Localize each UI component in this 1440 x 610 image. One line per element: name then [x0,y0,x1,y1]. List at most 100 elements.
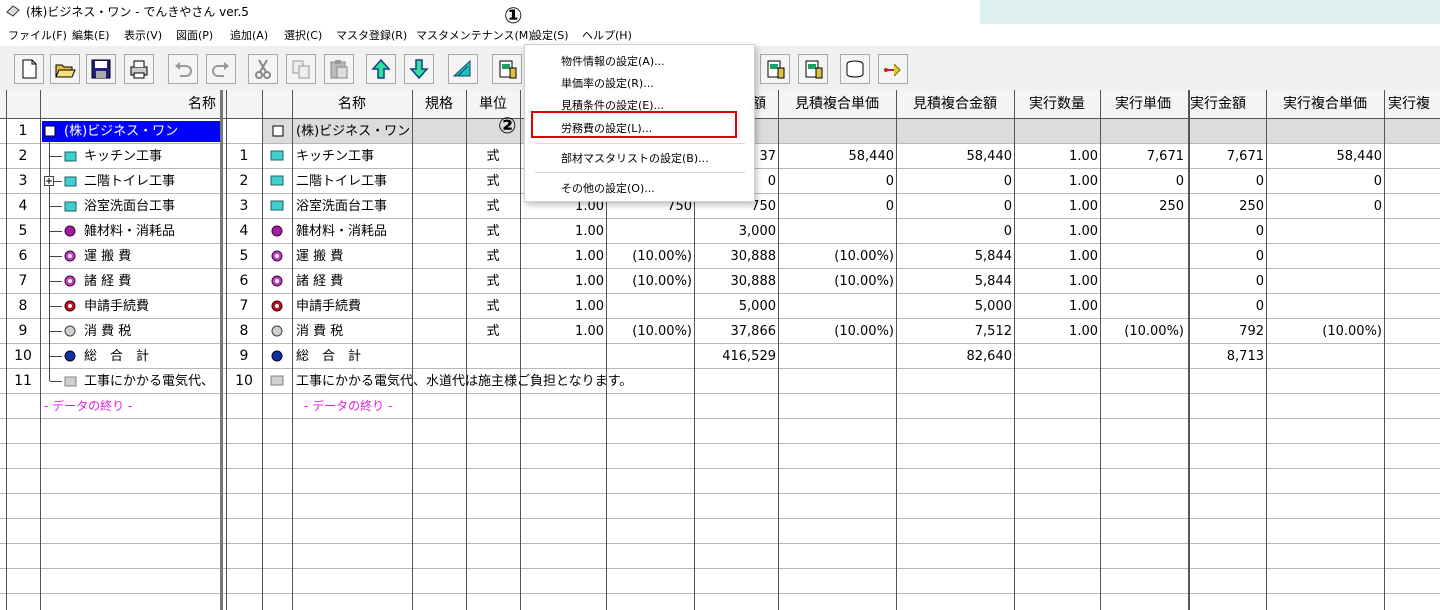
table-cell-qty[interactable]: 1.00 [520,294,604,319]
menu-drawing[interactable]: 図面(P) [176,27,213,43]
table-cell-eqty[interactable]: 1.00 [1014,219,1098,244]
tree-item-note[interactable]: 工事にかかる電気代、 [42,369,220,394]
table-cell-unit[interactable]: 式 [466,294,520,319]
table-cell-eprice[interactable] [1100,219,1184,244]
table-cell-eprice[interactable] [1100,369,1184,394]
table-cell-ecup[interactable]: 58,440 [1266,144,1383,169]
table-cell-price[interactable] [606,219,692,244]
paste-button[interactable] [324,54,354,84]
table-cell-eqty[interactable] [1014,344,1098,369]
table-cell-amount[interactable]: 30,888 [694,269,777,294]
table-cell-eprice[interactable] [1100,294,1184,319]
table-cell-camt[interactable]: 5,844 [896,269,1012,294]
table-cell-price[interactable] [606,369,692,394]
table-cell-eqty[interactable] [1014,369,1098,394]
table-cell-camt[interactable]: 58,440 [896,144,1013,169]
table-cell-camt[interactable]: 0 [896,194,1012,219]
table-cell-qty[interactable]: 1.00 [520,244,604,269]
table-cell-cup[interactable] [778,294,894,319]
table-total-row-name[interactable]: (株)ビジネス・ワン [296,119,410,144]
col-header-name[interactable]: 名称 [292,90,412,118]
print-button[interactable] [124,54,154,84]
table-cell-amount[interactable] [694,369,776,394]
table-cell-cup[interactable] [778,219,894,244]
table-cell-unit[interactable] [466,369,520,394]
table-cell-eamt[interactable]: 0 [1190,219,1264,244]
table-cell-ecup[interactable] [1266,344,1382,369]
table-cell-name[interactable]: 申請手続費 [296,294,361,319]
table-cell-unit[interactable]: 式 [466,194,520,219]
table-cell-ecup[interactable]: (10.00%) [1266,319,1382,344]
table-cell-cup[interactable]: 58,440 [778,144,895,169]
menu-item-property-settings[interactable]: 物件情報の設定(A)... [561,53,665,69]
table-cell-price[interactable] [606,344,692,369]
table-cell-amount[interactable]: 37,866 [694,319,777,344]
table-cell-eamt[interactable]: 7,671 [1190,144,1264,169]
table-cell-eprice[interactable]: (10.00%) [1100,319,1184,344]
table-cell-name[interactable]: 消 費 税 [296,319,343,344]
calc-button[interactable] [492,54,522,84]
col-header-spec[interactable]: 規格 [412,90,466,118]
table-cell-qty[interactable] [520,369,604,394]
table-cell-camt[interactable] [896,369,1012,394]
table-cell-unit[interactable]: 式 [466,319,520,344]
table-cell-eqty[interactable]: 1.00 [1014,269,1098,294]
redo-button[interactable] [206,54,236,84]
table-cell-price[interactable]: (10.00%) [606,319,692,344]
table-cell-name[interactable]: 浴室洗面台工事 [296,194,387,219]
table-cell-eqty[interactable]: 1.00 [1014,194,1098,219]
menu-select[interactable]: 選択(C) [284,27,322,43]
table-cell-eprice[interactable]: 7,671 [1100,144,1184,169]
table-cell-eamt[interactable]: 0 [1190,269,1264,294]
table-cell-camt[interactable]: 5,000 [896,294,1012,319]
calc3-button[interactable] [798,54,828,84]
col-header-exec-qty[interactable]: 実行数量 [1014,90,1100,118]
copy-button[interactable] [286,54,316,84]
tree-item-expenses[interactable]: 諸 経 費 [42,269,220,294]
table-cell-unit[interactable]: 式 [466,144,520,169]
table-cell-ecup[interactable] [1266,369,1382,394]
table-cell-unit[interactable]: 式 [466,269,520,294]
menu-settings[interactable]: 設定(S) [531,27,569,43]
tree-item-transport[interactable]: 運 搬 費 [42,244,220,269]
table-cell-eamt[interactable]: 250 [1190,194,1264,219]
table-cell-cup[interactable] [778,344,894,369]
tree-item-kitchen[interactable]: キッチン工事 [42,144,220,169]
col-header-exec-composite-unit-price[interactable]: 実行複合単価 [1266,90,1384,118]
table-cell-eamt[interactable] [1190,369,1264,394]
move-down-button[interactable] [404,54,434,84]
table-cell-cup[interactable]: (10.00%) [778,319,894,344]
table-cell-eprice[interactable]: 0 [1100,169,1184,194]
save-button[interactable] [86,54,116,84]
table-cell-eamt[interactable]: 0 [1190,294,1264,319]
menu-help[interactable]: ヘルプ(H) [582,27,632,43]
table-cell-unit[interactable]: 式 [466,219,520,244]
menu-item-parts-master-list-settings[interactable]: 部材マスタリストの設定(B)... [561,150,709,166]
table-cell-eqty[interactable]: 1.00 [1014,294,1098,319]
tree-item-application[interactable]: 申請手続費 [42,294,220,319]
table-cell-camt[interactable]: 7,512 [896,319,1012,344]
table-cell-cup[interactable]: (10.00%) [778,269,894,294]
table-cell-amount[interactable]: 3,000 [694,219,776,244]
table-cell-cup[interactable]: (10.00%) [778,244,894,269]
table-cell-price[interactable] [606,294,692,319]
table-cell-price[interactable]: (10.00%) [606,269,692,294]
col-header-composite-amount[interactable]: 見積複合金額 [896,90,1014,118]
table-cell-qty[interactable]: 1.00 [520,219,604,244]
table-cell-ecup[interactable] [1266,294,1382,319]
ruler-button[interactable] [448,54,478,84]
undo-button[interactable] [168,54,198,84]
table-cell-eqty[interactable]: 1.00 [1014,169,1098,194]
table-cell-eprice[interactable] [1100,244,1184,269]
table-cell-ecup[interactable] [1266,219,1382,244]
table-cell-ecup[interactable] [1266,244,1382,269]
tree-item-materials[interactable]: 雑材料・消耗品 [42,219,220,244]
table-cell-eprice[interactable] [1100,269,1184,294]
new-button[interactable] [14,54,44,84]
table-cell-eamt[interactable]: 0 [1190,169,1264,194]
table-cell-eamt[interactable]: 0 [1190,244,1264,269]
table-cell-camt[interactable]: 0 [896,169,1012,194]
table-cell-eamt[interactable]: 8,713 [1190,344,1264,369]
database-button[interactable] [840,54,870,84]
table-cell-ecup[interactable] [1266,269,1382,294]
